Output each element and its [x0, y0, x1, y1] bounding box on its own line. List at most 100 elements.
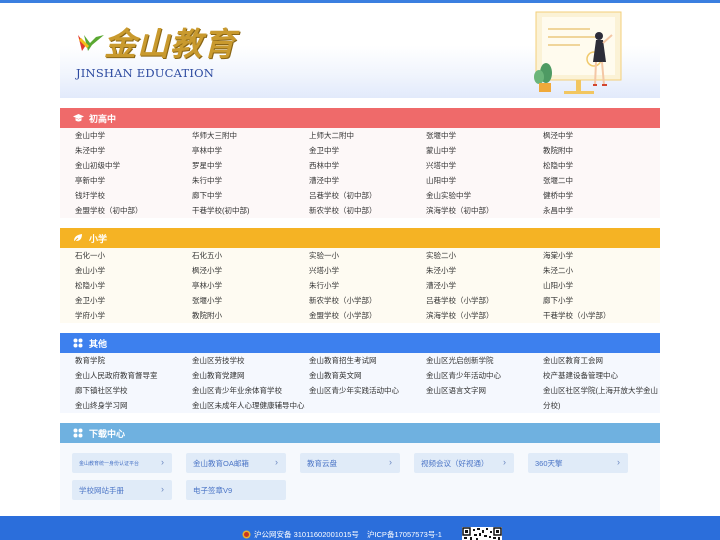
school-link[interactable]: 朱行小学	[309, 278, 426, 293]
school-link[interactable]: 金山区青少年实践活动中心	[309, 383, 426, 398]
school-link[interactable]: 新农学校（小学部）	[309, 293, 426, 308]
icp-record-link[interactable]: 沪ICP备17057573号-1	[367, 529, 442, 540]
qr-code-icon	[462, 527, 502, 540]
school-link[interactable]: 钱圩学校	[75, 188, 192, 203]
school-link[interactable]: 金山教育党建网	[192, 368, 309, 383]
download-button-e-signature[interactable]: 电子签章V9	[186, 480, 286, 500]
download-button-identity[interactable]: 金山教育统一身份认证平台 ›	[72, 453, 172, 473]
school-link[interactable]: 廊下小学	[543, 293, 660, 308]
school-link[interactable]: 永昌中学	[543, 203, 660, 218]
school-link[interactable]: 枫泾小学	[192, 263, 309, 278]
school-link[interactable]: 金盟学校（初中部）	[75, 203, 192, 218]
school-link[interactable]: 海棠小学	[543, 248, 660, 263]
school-link[interactable]: 金山初级中学	[75, 158, 192, 173]
school-link[interactable]: 吕巷学校（初中部）	[309, 188, 426, 203]
school-link[interactable]: 干巷学校（小学部）	[543, 308, 660, 323]
school-link[interactable]: 教院附中	[543, 143, 660, 158]
school-link[interactable]: 教院附小	[192, 308, 309, 323]
section-title: 其他	[89, 338, 108, 349]
school-link[interactable]: 张堰二中	[543, 173, 660, 188]
school-link[interactable]: 金山区教育工会网	[543, 353, 660, 368]
school-link[interactable]: 朱行中学	[192, 173, 309, 188]
school-link[interactable]: 兴塔中学	[426, 158, 543, 173]
school-link-grid: 石化一小 石化五小 实验一小 实验二小 海棠小学金山小学 枫泾小学 兴塔小学 朱泾小学 朱泾二小…	[60, 248, 660, 323]
school-link[interactable]: 金山区未成年人心理健康辅导中心	[192, 398, 309, 413]
school-link[interactable]: 漕泾小学	[426, 278, 543, 293]
school-link[interactable]: 上师大二附中	[309, 128, 426, 143]
download-button-label: 电子签章V9	[193, 485, 233, 495]
school-link[interactable]: 枫泾中学	[543, 128, 660, 143]
school-link[interactable]: 实验二小	[426, 248, 543, 263]
logo-english-text[interactable]: JINSHAN EDUCATION	[76, 66, 214, 80]
leaf-icon	[72, 232, 84, 244]
school-link[interactable]: 松隐中学	[543, 158, 660, 173]
school-link[interactable]: 金山中学	[75, 128, 192, 143]
school-link[interactable]: 山阳中学	[426, 173, 543, 188]
school-link[interactable]: 实验一小	[309, 248, 426, 263]
download-button-label: 金山教育统一身份认证平台	[79, 460, 140, 467]
school-link[interactable]: 山阳小学	[543, 278, 660, 293]
school-link[interactable]: 金山区青少年业余体育学校	[192, 383, 309, 398]
school-link[interactable]: 亭林中学	[192, 143, 309, 158]
school-link[interactable]: 罗星中学	[192, 158, 309, 173]
school-link[interactable]: 松隐小学	[75, 278, 192, 293]
chevron-right-icon: ›	[503, 457, 506, 467]
school-link[interactable]: 干巷学校(初中部)	[192, 203, 309, 218]
download-button-label: 教育云盘	[307, 458, 337, 468]
school-link[interactable]: 教育学院	[75, 353, 192, 368]
school-link[interactable]: 新农学校（初中部）	[309, 203, 426, 218]
school-link[interactable]: 西林中学	[309, 158, 426, 173]
school-link[interactable]: 金山区语言文字网	[426, 383, 543, 398]
school-link[interactable]: 漕泾中学	[309, 173, 426, 188]
school-link[interactable]: 亭林小学	[192, 278, 309, 293]
school-link[interactable]: 金山教育招生考试网	[309, 353, 426, 368]
grid-icon	[72, 337, 84, 349]
school-link[interactable]: 学府小学	[75, 308, 192, 323]
teacher-illustration-icon	[534, 11, 622, 94]
school-link[interactable]: 金卫中学	[309, 143, 426, 158]
download-button-video-meeting[interactable]: 视频会议（好视通） ›	[414, 453, 514, 473]
download-button-oa-mail[interactable]: 金山教育OA邮箱 ›	[186, 453, 286, 473]
chevron-right-icon: ›	[617, 457, 620, 467]
download-button-cloud-disk[interactable]: 教育云盘 ›	[300, 453, 400, 473]
school-link[interactable]: 亭新中学	[75, 173, 192, 188]
download-button-label: 金山教育OA邮箱	[193, 458, 249, 468]
download-button-site-manual[interactable]: 学校网站手册 ›	[72, 480, 172, 500]
school-link[interactable]: 金山小学	[75, 263, 192, 278]
school-link[interactable]: 华师大三附中	[192, 128, 309, 143]
chevron-right-icon: ›	[161, 457, 164, 467]
site-header: 金山教育 JINSHAN EDUCATION	[60, 3, 660, 98]
school-link[interactable]: 吕巷学校（小学部）	[426, 293, 543, 308]
download-button-360[interactable]: 360天擎 ›	[528, 453, 628, 473]
school-link[interactable]: 张堰小学	[192, 293, 309, 308]
school-link[interactable]: 金山人民政府教育督导室	[75, 368, 192, 383]
school-link[interactable]: 石化五小	[192, 248, 309, 263]
school-link[interactable]: 校产基建设备管理中心	[543, 368, 660, 383]
police-record-link[interactable]: 沪公网安备 31011602001015号	[254, 529, 359, 540]
school-link[interactable]: 金山终身学习网	[75, 398, 192, 413]
police-badge-icon	[242, 530, 251, 539]
school-link[interactable]: 滨海学校（小学部）	[426, 308, 543, 323]
school-link[interactable]: 金山教育英文网	[309, 368, 426, 383]
section-title: 初高中	[89, 113, 117, 124]
school-link[interactable]: 金山区青少年活动中心	[426, 368, 543, 383]
school-link[interactable]: 兴塔小学	[309, 263, 426, 278]
school-link[interactable]: 朱泾中学	[75, 143, 192, 158]
school-link[interactable]: 金山实验中学	[426, 188, 543, 203]
school-link[interactable]: 朱泾二小	[543, 263, 660, 278]
school-link[interactable]: 健桥中学	[543, 188, 660, 203]
school-link[interactable]: 金卫小学	[75, 293, 192, 308]
logo-chinese-text[interactable]: 金山教育	[104, 19, 236, 65]
school-link[interactable]: 金山区社区学院(上海开放大学金山分校)	[543, 383, 660, 410]
school-link[interactable]: 金山区劳技学校	[192, 353, 309, 368]
school-link[interactable]: 蒙山中学	[426, 143, 543, 158]
school-link[interactable]: 金盟学校（小学部）	[309, 308, 426, 323]
school-link[interactable]: 滨海学校（初中部）	[426, 203, 543, 218]
school-link[interactable]: 朱泾小学	[426, 263, 543, 278]
school-link[interactable]: 廊下中学	[192, 188, 309, 203]
school-link[interactable]: 廊下镇社区学校	[75, 383, 192, 398]
school-link[interactable]: 张堰中学	[426, 128, 543, 143]
section-primary-schools: 小学 石化一小 石化五小 实验一小 实验二小 海棠小学 金山小学 枫泾小学 兴塔小学 朱泾小学朱…	[60, 228, 660, 323]
school-link[interactable]: 金山区光启创新学院	[426, 353, 543, 368]
school-link[interactable]: 石化一小	[75, 248, 192, 263]
